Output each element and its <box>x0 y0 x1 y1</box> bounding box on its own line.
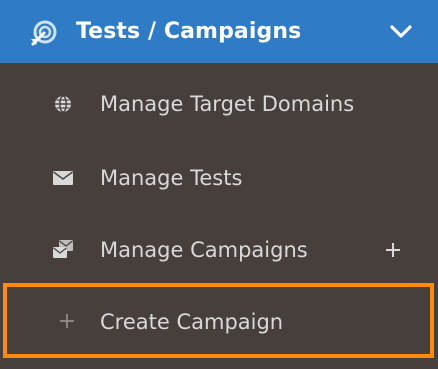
menu-item-label: Manage Target Domains <box>100 92 355 116</box>
plus-icon <box>60 314 74 328</box>
chevron-down-icon[interactable] <box>389 21 413 43</box>
target-arrow-icon <box>31 20 57 46</box>
menu-item-manage-tests[interactable]: Manage Tests <box>0 142 438 214</box>
menu-header[interactable]: Tests / Campaigns <box>0 0 438 63</box>
menu-item-label: Manage Tests <box>100 166 243 190</box>
menu-item-create-campaign[interactable]: Create Campaign <box>3 283 434 358</box>
globe-icon <box>55 95 71 113</box>
menu-item-manage-campaigns[interactable]: Manage Campaigns <box>0 214 438 286</box>
tests-campaigns-menu: Tests / Campaigns Manage Target Domains … <box>0 0 438 369</box>
plus-icon[interactable] <box>384 241 402 259</box>
menu-item-label: Create Campaign <box>100 310 284 334</box>
menu-item-label: Manage Campaigns <box>100 238 308 262</box>
menu-header-title: Tests / Campaigns <box>76 19 302 44</box>
envelope-icon <box>53 171 73 185</box>
campaign-mail-icon <box>53 240 73 258</box>
menu-item-manage-target-domains[interactable]: Manage Target Domains <box>0 70 438 142</box>
